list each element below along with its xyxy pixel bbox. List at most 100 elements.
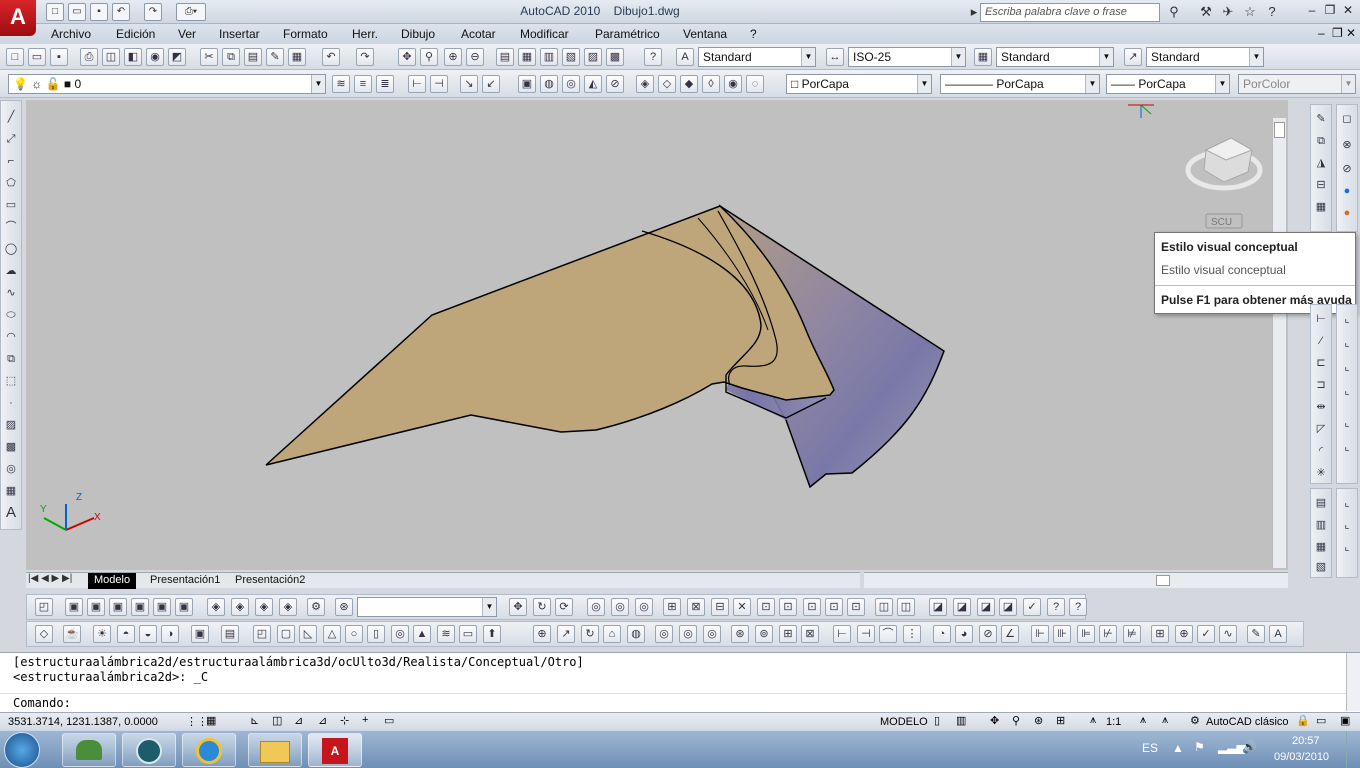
menu-acotar[interactable]: Acotar: [461, 27, 496, 41]
camera-icon[interactable]: ⚙: [307, 598, 325, 616]
volume-icon[interactable]: 🔊: [1242, 740, 1257, 754]
union-solid-icon[interactable]: ◍: [627, 625, 645, 643]
layer-select[interactable]: 💡 ☼ 🔓 ■ 0 ▼: [8, 74, 326, 94]
sweep-icon[interactable]: ◉: [724, 75, 742, 93]
save-icon[interactable]: ▪: [50, 48, 68, 66]
ellipse-icon[interactable]: ⬭: [2, 307, 20, 325]
subscription-icon[interactable]: ⚒: [1196, 3, 1216, 21]
iso-sw-icon[interactable]: ◈: [207, 598, 225, 616]
3d-align-icon[interactable]: ⊟: [711, 598, 729, 616]
cone-icon[interactable]: ◭: [584, 75, 602, 93]
3d-array-icon[interactable]: ⊛: [731, 625, 749, 643]
redo-icon[interactable]: ↷: [356, 48, 374, 66]
cut-icon[interactable]: ✂: [200, 48, 218, 66]
application-menu-button[interactable]: A: [0, 0, 36, 36]
region-icon[interactable]: ◎: [2, 461, 20, 479]
workspace-switcher[interactable]: AutoCAD clásico: [1206, 716, 1289, 728]
ucs-icon-6[interactable]: ⌞: [1338, 439, 1356, 457]
torus-icon[interactable]: ◎: [391, 625, 409, 643]
conceptual-icon[interactable]: ●: [1338, 205, 1356, 223]
menu-parametrico[interactable]: Paramétrico: [595, 27, 660, 41]
markup-icon[interactable]: ▨: [584, 48, 602, 66]
table-style-select[interactable]: Standard ▼: [996, 47, 1114, 67]
auto-scale-icon[interactable]: ⩚: [1162, 714, 1168, 727]
ucs-icon-4[interactable]: ⌞: [1338, 383, 1356, 401]
h-scroll-thumb[interactable]: [1156, 575, 1170, 586]
taper-faces-icon[interactable]: ⊡: [825, 598, 843, 616]
menu-modificar[interactable]: Modificar: [520, 27, 569, 41]
tab-first-icon[interactable]: |◀ ◀ ▶ ▶|: [28, 573, 72, 584]
2d-wireframe-icon[interactable]: ◻: [1338, 111, 1356, 129]
language-indicator[interactable]: ES: [1142, 741, 1158, 755]
save-icon[interactable]: ▪: [90, 3, 108, 21]
dim-aligned-icon[interactable]: ⊣: [857, 625, 875, 643]
spotlight-icon[interactable]: ◓: [117, 625, 135, 643]
ducs-icon[interactable]: +: [362, 714, 368, 726]
loft-icon[interactable]: ◊: [702, 75, 720, 93]
light-icon[interactable]: ☀: [93, 625, 111, 643]
tab-presentacion1[interactable]: Presentación1: [144, 573, 226, 589]
annotation-visibility-icon[interactable]: ⩚: [1140, 714, 1146, 727]
dyn-icon[interactable]: ▭: [384, 714, 394, 727]
revolve-icon[interactable]: ◌: [746, 75, 764, 93]
iso-ne-icon[interactable]: ◈: [255, 598, 273, 616]
copy-object-icon[interactable]: ⧉: [1312, 133, 1330, 151]
view-right-icon[interactable]: ▣: [131, 598, 149, 616]
menu-archivo[interactable]: Archivo: [51, 27, 91, 41]
command-scrollbar[interactable]: [1346, 653, 1360, 711]
tray-expand-icon[interactable]: ▲: [1172, 741, 1184, 755]
erase-icon[interactable]: ✎: [1312, 111, 1330, 129]
dim-ordinate-icon[interactable]: ⋮: [903, 625, 921, 643]
baseline-icon[interactable]: ⊏: [1312, 355, 1330, 373]
menu-ver[interactable]: Ver: [178, 27, 196, 41]
dim-linear-icon[interactable]: ⊢: [833, 625, 851, 643]
table-style-icon[interactable]: ▦: [974, 48, 992, 66]
menu-herr[interactable]: Herr.: [352, 27, 378, 41]
dim-continue-icon[interactable]: ⊫: [1077, 625, 1095, 643]
dim-style-select[interactable]: ISO-25 ▼: [848, 47, 966, 67]
favorites-icon[interactable]: ☆: [1240, 3, 1260, 21]
dim-diameter-icon[interactable]: ⊘: [979, 625, 997, 643]
ring-icon-3[interactable]: ◎: [635, 598, 653, 616]
restore-icon[interactable]: ❐: [1322, 3, 1338, 19]
model-space-toggle[interactable]: MODELO: [880, 716, 928, 728]
aligned-icon[interactable]: ⁄: [1312, 333, 1330, 351]
rectangle-icon[interactable]: ▭: [2, 197, 20, 215]
layout-icon[interactable]: ▥: [956, 714, 966, 727]
redo-icon[interactable]: ↷: [144, 3, 162, 21]
osnap-icon[interactable]: ⊿: [294, 714, 303, 727]
plot-preview-icon[interactable]: ◫: [102, 48, 120, 66]
3d-wireframe-icon[interactable]: ⊗: [1338, 137, 1356, 155]
table-icon[interactable]: ▦: [2, 483, 20, 501]
3d-align2-icon[interactable]: ⊞: [779, 625, 797, 643]
helix-icon[interactable]: ≋: [437, 625, 455, 643]
dim-radius-icon[interactable]: ◔: [933, 625, 951, 643]
ucs-icon-2[interactable]: ⌞: [1338, 335, 1356, 353]
subtract-icon[interactable]: ◇: [658, 75, 676, 93]
otrack-icon[interactable]: ⊹: [340, 714, 349, 727]
sphere-solid-icon[interactable]: ○: [345, 625, 363, 643]
check-icon[interactable]: ◪: [977, 598, 995, 616]
menu-ventana[interactable]: Ventana: [683, 27, 727, 41]
mesh-box-icon[interactable]: ◇: [35, 625, 53, 643]
gradient-icon[interactable]: ▩: [2, 439, 20, 457]
dim-space-icon[interactable]: ⊬: [1099, 625, 1117, 643]
annotation-scale[interactable]: 1:1: [1106, 716, 1121, 728]
close-icon[interactable]: ✕: [1340, 3, 1356, 19]
mleader-style-icon[interactable]: ↗: [1124, 48, 1142, 66]
properties-icon[interactable]: ▤: [496, 48, 514, 66]
annotation-scale-icon[interactable]: ⩚: [1090, 714, 1096, 727]
subtract-solid-icon[interactable]: ◎: [655, 625, 673, 643]
sheet-set-manager-icon[interactable]: ▧: [562, 48, 580, 66]
dim-baseline-icon[interactable]: ⊪: [1053, 625, 1071, 643]
box-icon[interactable]: ▣: [518, 75, 536, 93]
continue-icon[interactable]: ⊐: [1312, 377, 1330, 395]
weblight-icon[interactable]: ◒: [139, 625, 157, 643]
model-layout-icon[interactable]: ▯: [934, 714, 940, 727]
sphere-icon[interactable]: ◍: [540, 75, 558, 93]
minimize-icon[interactable]: –: [1304, 3, 1320, 19]
linear-icon[interactable]: ⊢: [1312, 311, 1330, 329]
zoom-previous-icon[interactable]: ⊖: [466, 48, 484, 66]
hatch-icon[interactable]: ▨: [2, 417, 20, 435]
view-left-icon[interactable]: ▣: [109, 598, 127, 616]
